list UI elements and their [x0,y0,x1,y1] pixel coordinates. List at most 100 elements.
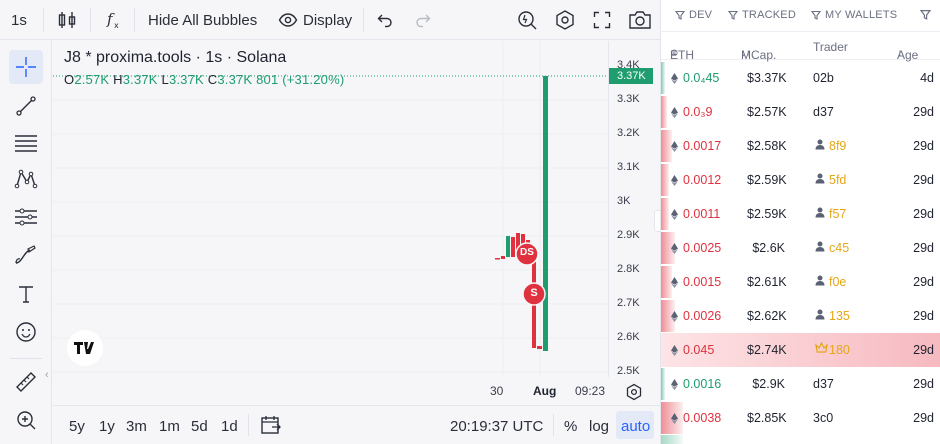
trader-id[interactable]: 02b [813,71,834,85]
trade-age: 29d [913,105,934,119]
trade-row[interactable]: 0.0011 $2.59K f57 29d [661,197,940,231]
range-1d[interactable]: 1d [221,418,238,435]
clock-display[interactable]: 20:19:37 UTC [450,418,543,435]
range-3m[interactable]: 3m [126,418,147,435]
range-5y[interactable]: 5y [69,418,85,435]
eth-icon [671,379,678,390]
prediction-icon[interactable] [9,200,43,234]
user-icon [815,309,825,323]
price-tick: 3.3K [617,93,640,105]
axis-settings-icon[interactable] [625,383,643,406]
auto-toggle[interactable]: auto [621,418,650,435]
fib-retracement-icon[interactable] [9,126,43,160]
text-icon[interactable] [9,277,43,311]
settings-icon[interactable] [554,0,576,40]
divider [134,8,135,32]
eth-amount: 0.0015 [683,275,722,289]
last-price-label: 3.37K [609,68,653,84]
trader-id[interactable]: c45 [829,241,849,255]
trade-row[interactable]: 0.045 $2.74K 180 29d [661,333,940,367]
interval-button[interactable]: 1s [11,0,27,40]
go-to-date-icon[interactable] [260,415,282,439]
trade-age: 29d [913,377,934,391]
trader-id[interactable]: 135 [829,309,850,323]
redo-icon[interactable] [414,0,432,40]
tab-dev[interactable]: DEV [675,9,712,21]
chart-pane[interactable]: DS S J8 * proxima.tools · 1s · Solana O2… [45,41,608,381]
time-axis: 30 Aug 09:23 [53,377,608,405]
trade-row[interactable]: 0.0038 $2.85K 3c0 29d [661,401,940,435]
candles-icon[interactable] [57,0,77,40]
trader-id[interactable]: d37 [813,377,834,391]
range-1m[interactable]: 1m [159,418,180,435]
emoji-icon[interactable] [9,315,43,349]
trader-id[interactable]: f0e [829,275,846,289]
trade-row[interactable]: 0.0017 $2.58K 8f9 29d [661,129,940,163]
quick-search-icon[interactable] [516,0,538,40]
price-tick: 2.8K [617,263,640,275]
range-5d[interactable]: 5d [191,418,208,435]
market-cap: $2.9K [752,377,785,391]
trendline-icon[interactable] [9,89,43,123]
trade-row[interactable]: 0.0₄45 $3.37K 02b 4d [661,61,940,95]
collapse-sidebar-icon[interactable]: ‹ [45,369,49,381]
trade-row[interactable]: 0.0025 $2.6K c45 29d [661,231,940,265]
price-tick: 2.5K [617,365,640,377]
marker-ds-label: DS [520,247,534,258]
tab-tracked[interactable]: TRACKED [728,9,796,21]
market-cap: $2.57K [747,105,787,119]
ohlc-legend: O2.57K H3.37K L3.37K C3.37K 801 (+31.20%… [64,72,345,87]
market-cap: $2.6K [752,241,785,255]
trade-row[interactable]: 0.0015 $2.61K f0e 29d [661,265,940,299]
range-1y[interactable]: 1y [99,418,115,435]
price-tick: 2.6K [617,331,640,343]
marker-s-label: S [530,287,538,299]
trader-id[interactable]: 5fd [829,173,846,187]
display-button[interactable]: Display [278,0,352,40]
filter-icon[interactable] [920,9,931,20]
camera-icon[interactable] [628,0,652,40]
market-cap: $2.62K [747,309,787,323]
fullscreen-icon[interactable] [593,0,611,40]
zoom-in-icon[interactable] [9,403,43,437]
price-axis[interactable]: 3.4K 3.3K 3.2K 3.1K 3K 2.9K 2.8K 2.7K 2.… [608,41,660,377]
top-toolbar: 1s fx Hide All Bubbles Display [0,0,660,40]
trade-row[interactable]: 0.0₃9 $2.57K d37 29d [661,95,940,129]
tab-my-wallets[interactable]: MY WALLETS [811,9,897,21]
trade-row[interactable]: 0.0026 $2.62K 135 29d [661,299,940,333]
filter-icon [811,10,821,20]
trader-id[interactable]: f57 [829,207,846,221]
eth-amount: 0.0016 [683,377,722,391]
trader-id[interactable]: 180 [829,343,850,357]
candles-layer [53,41,608,377]
eth-amount: 0.0038 [683,411,722,425]
drawing-toolbar [0,40,52,444]
volume-bar [661,435,683,444]
hide-bubbles-button[interactable]: Hide All Bubbles [148,0,257,40]
market-cap: $2.61K [747,275,787,289]
divider [43,8,44,32]
indicators-icon[interactable]: fx [104,0,124,40]
col-trader[interactable]: Trader [813,40,848,54]
price-tick: 3.2K [617,127,640,139]
brush-icon[interactable] [9,238,43,272]
eth-amount: 0.0025 [683,241,722,255]
log-toggle[interactable]: log [589,418,609,435]
time-tick: 09:23 [575,384,606,398]
sort-icon: ↓↑ [741,48,751,59]
trader-id[interactable]: 8f9 [829,139,846,153]
eth-amount: 0.0026 [683,309,722,323]
crosshair-icon[interactable] [9,50,43,84]
eth-amount: 0.0₄45 [683,71,720,85]
volume-bar [661,62,665,94]
ruler-icon[interactable] [9,365,43,399]
undo-icon[interactable] [376,0,394,40]
price-tick: 3.1K [617,161,640,173]
trade-row[interactable]: 0.0012 $2.59K 5fd 29d [661,163,940,197]
percent-toggle[interactable]: % [564,418,577,435]
trader-id[interactable]: 3c0 [813,411,833,425]
trade-age: 29d [913,309,934,323]
trade-row[interactable]: 0.0016 $2.9K d37 29d [661,367,940,401]
trader-id[interactable]: d37 [813,105,834,119]
pattern-icon[interactable] [9,162,43,196]
